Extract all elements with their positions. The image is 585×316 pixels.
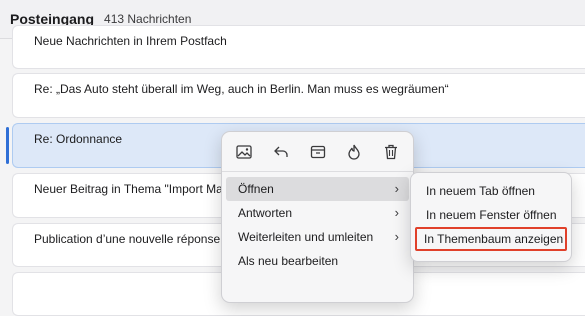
- message-count: 413 Nachrichten: [104, 12, 192, 26]
- message-subject: Neuer Beitrag in Thema "Import Ma: [34, 182, 223, 196]
- submenu-item-new-tab[interactable]: In neuem Tab öffnen: [415, 179, 567, 203]
- flame-icon[interactable]: [344, 142, 364, 162]
- menu-item-label: Öffnen: [238, 182, 274, 196]
- message-subject: Re: Ordonnance: [34, 132, 123, 146]
- chevron-right-icon: ›: [394, 229, 399, 244]
- context-menu: Öffnen › Antworten › Weiterleiten und um…: [221, 131, 414, 303]
- archive-icon[interactable]: [308, 142, 328, 162]
- menu-separator: [222, 171, 413, 172]
- menu-item-label: Als neu bearbeiten: [238, 254, 339, 268]
- open-submenu: In neuem Tab öffnen In neuem Fenster öff…: [410, 172, 572, 262]
- context-menu-icon-bar: [222, 132, 413, 168]
- menu-item-reply[interactable]: Antworten ›: [226, 201, 409, 225]
- menu-item-forward[interactable]: Weiterleiten und umleiten ›: [226, 225, 409, 249]
- menu-item-edit-as-new[interactable]: Als neu bearbeiten: [226, 249, 409, 273]
- selection-indicator: [6, 127, 9, 164]
- chevron-right-icon: ›: [394, 181, 399, 196]
- message-subject: Neue Nachrichten in Ihrem Postfach: [34, 34, 227, 48]
- message-row[interactable]: Re: „Das Auto steht überall im Weg, auch…: [12, 73, 585, 118]
- trash-icon[interactable]: [381, 142, 401, 162]
- message-subject: Publication d’une nouvelle réponse: [34, 232, 221, 246]
- menu-item-open[interactable]: Öffnen ›: [226, 177, 409, 201]
- image-icon[interactable]: [234, 142, 254, 162]
- reply-icon[interactable]: [271, 142, 291, 162]
- submenu-item-new-window[interactable]: In neuem Fenster öffnen: [415, 203, 567, 227]
- submenu-item-show-in-thread[interactable]: In Themenbaum anzeigen: [415, 227, 567, 251]
- menu-item-label: Weiterleiten und umleiten: [238, 230, 374, 244]
- chevron-right-icon: ›: [394, 205, 399, 220]
- message-subject: Re: „Das Auto steht überall im Weg, auch…: [34, 82, 449, 96]
- message-row[interactable]: Neue Nachrichten in Ihrem Postfach: [12, 25, 585, 69]
- menu-item-label: Antworten: [238, 206, 293, 220]
